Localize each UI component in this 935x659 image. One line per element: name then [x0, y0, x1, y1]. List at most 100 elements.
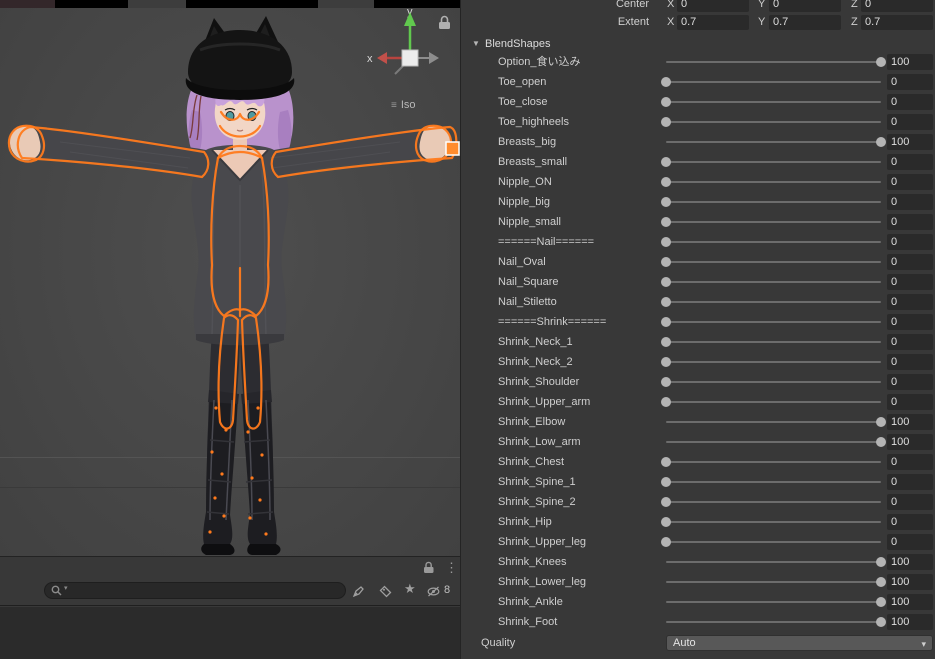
blendshape-slider-knob[interactable] [876, 597, 886, 607]
paint-icon[interactable] [352, 585, 365, 598]
blendshape-slider[interactable] [661, 94, 881, 110]
extent-z-field[interactable]: 0.7 [861, 15, 933, 30]
blendshape-slider[interactable] [661, 374, 881, 390]
blendshape-slider-knob[interactable] [661, 157, 671, 167]
blendshape-slider-knob[interactable] [661, 517, 671, 527]
blendshape-slider-knob[interactable] [661, 377, 671, 387]
blendshape-slider-knob[interactable] [661, 117, 671, 127]
blendshape-slider-knob[interactable] [876, 617, 886, 627]
blendshape-slider[interactable] [661, 494, 881, 510]
blendshape-slider[interactable] [661, 514, 881, 530]
center-y-field[interactable]: 0 [769, 0, 841, 12]
blendshape-slider-knob[interactable] [876, 417, 886, 427]
blendshape-slider[interactable] [666, 414, 886, 430]
extent-y-field[interactable]: 0.7 [769, 15, 841, 30]
blendshape-value-field[interactable]: 0 [887, 234, 933, 250]
blendshape-value-field[interactable]: 0 [887, 514, 933, 530]
blendshape-slider[interactable] [661, 454, 881, 470]
blendshape-slider[interactable] [661, 534, 881, 550]
blendshape-value-field[interactable]: 0 [887, 374, 933, 390]
blendshape-slider-knob[interactable] [661, 217, 671, 227]
blendshape-value-field[interactable]: 0 [887, 74, 933, 90]
blendshape-value-field[interactable]: 0 [887, 254, 933, 270]
blendshape-slider[interactable] [661, 194, 881, 210]
blendshape-slider[interactable] [666, 594, 886, 610]
blendshape-slider[interactable] [661, 474, 881, 490]
blendshape-value-field[interactable]: 100 [887, 54, 933, 70]
blendshape-slider[interactable] [661, 314, 881, 330]
blendshape-slider[interactable] [661, 234, 881, 250]
blendshape-value-field[interactable]: 0 [887, 174, 933, 190]
blendshape-value-field[interactable]: 0 [887, 534, 933, 550]
blendshape-slider[interactable] [661, 274, 881, 290]
blendshape-value-field[interactable]: 0 [887, 294, 933, 310]
blendshape-slider-knob[interactable] [661, 357, 671, 367]
blendshape-slider[interactable] [666, 574, 886, 590]
gizmo-y-arrow[interactable] [404, 12, 416, 26]
blendshape-value-field[interactable]: 0 [887, 154, 933, 170]
blendshape-slider[interactable] [661, 394, 881, 410]
gizmo-projection-toggle[interactable]: ≡ Iso [391, 99, 416, 111]
gizmo-z-axis[interactable] [394, 65, 404, 75]
blendshape-value-field[interactable]: 100 [887, 414, 933, 430]
blendshape-slider-knob[interactable] [661, 397, 671, 407]
blendshape-slider-knob[interactable] [661, 337, 671, 347]
center-x-field[interactable]: 0 [677, 0, 749, 12]
blendshape-slider[interactable] [661, 154, 881, 170]
blendshape-slider-knob[interactable] [661, 237, 671, 247]
blendshape-slider[interactable] [661, 74, 881, 90]
blendshape-slider[interactable] [666, 54, 886, 70]
blendshapes-foldout[interactable]: ▼ BlendShapes [461, 36, 935, 52]
blendshape-value-field[interactable]: 100 [887, 594, 933, 610]
blendshape-slider-knob[interactable] [661, 317, 671, 327]
blendshape-slider[interactable] [661, 214, 881, 230]
quality-dropdown[interactable]: Auto ▾ [666, 635, 933, 651]
blendshape-value-field[interactable]: 0 [887, 194, 933, 210]
blendshape-value-field[interactable]: 0 [887, 454, 933, 470]
gizmo-x-arrow[interactable] [377, 52, 387, 64]
blendshape-value-field[interactable]: 0 [887, 314, 933, 330]
blendshape-slider-knob[interactable] [661, 457, 671, 467]
blendshape-slider-knob[interactable] [661, 257, 671, 267]
scene-viewport[interactable]: y x ≡ Iso [0, 0, 460, 556]
blendshape-value-field[interactable]: 100 [887, 554, 933, 570]
blendshape-slider-knob[interactable] [661, 77, 671, 87]
blendshape-slider[interactable] [661, 114, 881, 130]
blendshape-slider-knob[interactable] [661, 277, 671, 287]
blendshape-value-field[interactable]: 0 [887, 214, 933, 230]
blendshape-slider-knob[interactable] [661, 97, 671, 107]
blendshape-value-field[interactable]: 0 [887, 394, 933, 410]
hidden-eye-icon[interactable] [427, 585, 440, 598]
blendshape-slider[interactable] [666, 434, 886, 450]
blendshape-value-field[interactable]: 100 [887, 614, 933, 630]
blendshape-slider-knob[interactable] [876, 577, 886, 587]
blendshape-slider-knob[interactable] [661, 477, 671, 487]
blendshape-value-field[interactable]: 100 [887, 434, 933, 450]
blendshape-slider-knob[interactable] [661, 297, 671, 307]
blendshape-slider-knob[interactable] [661, 497, 671, 507]
blendshape-value-field[interactable]: 0 [887, 354, 933, 370]
gizmo-center-cube[interactable] [401, 49, 419, 67]
blendshape-slider-knob[interactable] [876, 437, 886, 447]
blendshape-slider-knob[interactable] [661, 537, 671, 547]
lock-icon[interactable] [438, 15, 451, 30]
blendshape-slider[interactable] [666, 554, 886, 570]
extent-x-field[interactable]: 0.7 [677, 15, 749, 30]
character-model[interactable] [0, 0, 460, 556]
blendshape-slider[interactable] [661, 354, 881, 370]
blendshape-value-field[interactable]: 100 [887, 574, 933, 590]
center-z-field[interactable]: 0 [861, 0, 933, 12]
blendshape-slider[interactable] [661, 334, 881, 350]
panel-menu-icon[interactable]: ⋮ [445, 559, 458, 576]
blendshape-slider[interactable] [661, 294, 881, 310]
blendshape-value-field[interactable]: 0 [887, 474, 933, 490]
blendshape-slider-knob[interactable] [876, 57, 886, 67]
blendshape-value-field[interactable]: 0 [887, 494, 933, 510]
selection-handle[interactable] [445, 141, 460, 156]
blendshape-value-field[interactable]: 0 [887, 114, 933, 130]
search-input[interactable] [44, 582, 346, 599]
blendshape-slider[interactable] [661, 174, 881, 190]
blendshape-slider[interactable] [666, 614, 886, 630]
blendshape-slider-knob[interactable] [876, 137, 886, 147]
blendshape-value-field[interactable]: 0 [887, 334, 933, 350]
